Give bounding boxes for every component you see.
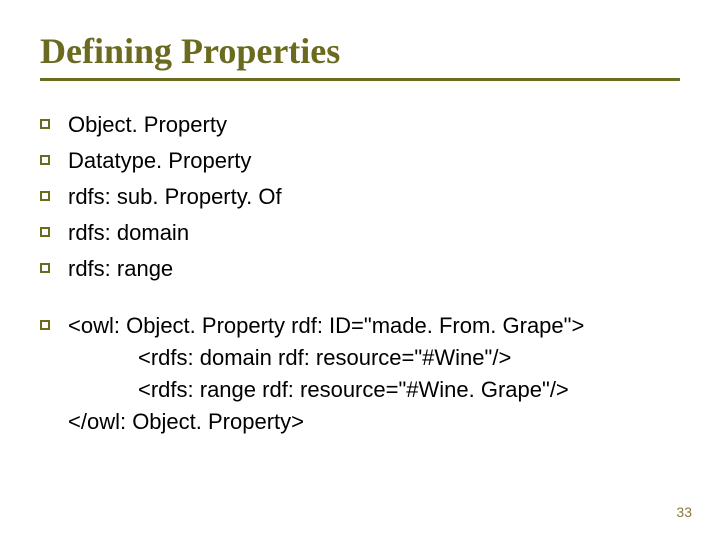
bullet-text: rdfs: range [68,253,173,285]
code-line: <rdfs: range rdf: resource="#Wine. Grape… [68,377,569,402]
square-bullet-icon [40,191,50,201]
square-bullet-icon [40,119,50,129]
code-lines: <owl: Object. Property rdf: ID="made. Fr… [68,310,584,438]
code-line: <rdfs: domain rdf: resource="#Wine"/> [68,345,511,370]
code-block: <owl: Object. Property rdf: ID="made. Fr… [40,310,680,438]
square-bullet-icon [40,320,50,330]
square-bullet-icon [40,155,50,165]
slide: Defining Properties Object. Property Dat… [0,0,720,540]
bullet-text: Object. Property [68,109,227,141]
list-item: Datatype. Property [40,145,680,177]
square-bullet-icon [40,227,50,237]
slide-content: Object. Property Datatype. Property rdfs… [40,109,680,438]
list-item: rdfs: sub. Property. Of [40,181,680,213]
bullet-text: rdfs: sub. Property. Of [68,181,282,213]
list-item: Object. Property [40,109,680,141]
list-item: rdfs: domain [40,217,680,249]
title-underline [40,78,680,81]
square-bullet-icon [40,263,50,273]
page-number: 33 [676,504,692,520]
bullet-text: Datatype. Property [68,145,251,177]
code-line: <owl: Object. Property rdf: ID="made. Fr… [68,313,584,338]
bullet-list: Object. Property Datatype. Property rdfs… [40,109,680,284]
slide-title: Defining Properties [40,30,680,72]
list-item: rdfs: range [40,253,680,285]
code-line: </owl: Object. Property> [68,409,304,434]
bullet-text: rdfs: domain [68,217,189,249]
